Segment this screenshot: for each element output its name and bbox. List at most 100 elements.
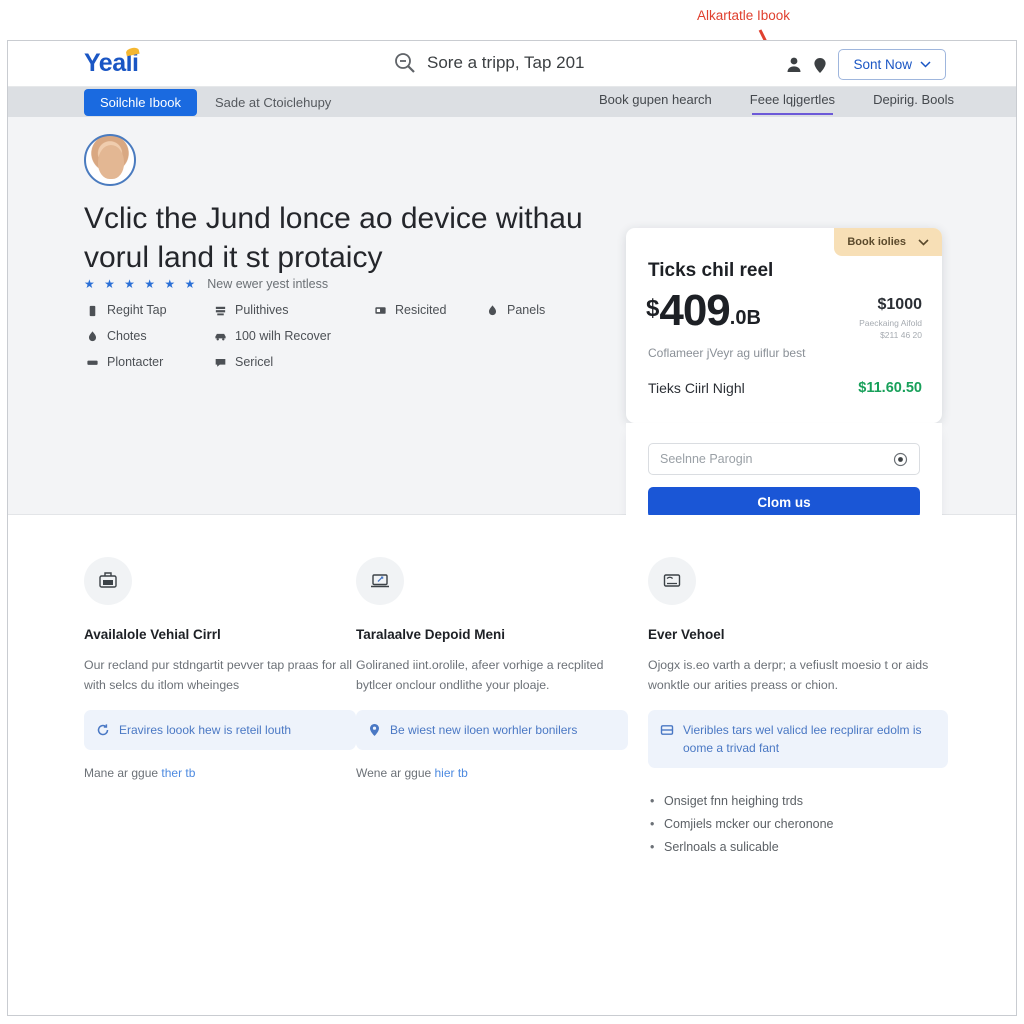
feature-grid: Regiht Tap Pulithives Resicited Panels C… [86,303,576,369]
feature-item: Plontacter [86,355,214,369]
feature-item: Sericel [214,355,374,369]
feature-body: Our recland pur stdngartit pevver tap pr… [84,658,352,692]
sort-now-label: Sont Now [853,57,912,72]
feature-label: Regiht Tap [107,303,167,317]
screenshot-root: Alkartatle Ibook Melllase farear mny our… [0,0,1024,1024]
feature-label: Panels [507,303,546,317]
chevron-down-icon [920,61,931,68]
feature-column-1: Availalole Vehial Cirrl Our recland pur … [84,557,356,780]
top-bar-actions: Sont Now [786,49,946,80]
scanner-icon [648,557,696,605]
plan-select[interactable]: Seelnne Parogin [648,443,920,475]
feature-column-2: Taralaalve Depoid Meni Goliraned iint.or… [356,557,628,780]
alt-price-block: $1000 Paeckaing Aifold $211 46 20 [859,296,922,341]
search-input[interactable]: Sore a tripp, Tap 201 [393,51,585,75]
feature-label: Plontacter [107,355,164,369]
browser-window: Yeali Sore a tripp, Tap 201 Sont Now Soi… [7,40,1017,1016]
feature-note: Eravires loook hew is reteil louth [84,710,356,750]
feature-heading: Ever Vehoel [648,627,725,642]
feature-label: Pulithives [235,303,289,317]
feature-label: Resicited [395,303,447,317]
plan-select-placeholder: Seelnne Parogin [660,452,753,466]
feature-item: 100 wilh Recover [214,329,374,343]
price-card: Book iolies Ticks chil reel $ 409 .0B Co… [626,228,942,423]
feature-footer-link[interactable]: ther tb [161,766,195,780]
nav-primary-tab[interactable]: Soilchle Ibook [84,88,197,116]
features-section: Availalole Vehial Cirrl Our recland pur … [8,515,1016,1015]
nav-link-book-search[interactable]: Book gupen hearch [599,92,712,112]
drop-icon [488,304,497,315]
feature-item: Pulithives [214,303,374,317]
rating-stars: ★ ★ ★ ★ ★ ★ [84,277,199,291]
list-item: Comjiels mcker our cheronone [648,813,948,836]
price-amount: 409 [659,286,730,335]
feature-spacer [486,329,576,343]
nav-link-deposit-books[interactable]: Depirig. Bools [873,92,954,112]
feature-label: 100 wilh Recover [235,329,331,343]
list-item: Serlnoals a sulicable [648,836,948,859]
alt-price-line1: Paeckaing Aifold [859,318,922,328]
price-card-title: Ticks chil reel [648,260,774,281]
submit-button[interactable]: Clom us [648,487,920,518]
pin-icon[interactable] [812,56,828,74]
price-currency: $ [646,295,660,322]
price-row-value: $11.60.50 [858,380,922,396]
box-icon [87,360,98,365]
feature-footer: Mane ar ggue ther tb [84,766,356,780]
refresh-icon [97,724,109,736]
feature-note: Vieribles tars wel valicd lee recplirar … [648,710,948,768]
feature-footer-link[interactable]: hier tb [435,766,468,780]
feature-spacer [486,355,576,369]
printer-icon [84,557,132,605]
feature-spacer [374,355,486,369]
pin-icon [370,724,379,736]
feature-bullet-list: Onsiget fnn heighing trds Comjiels mcker… [648,790,948,859]
price-cents: .0B [729,306,761,329]
drop-icon [88,330,97,341]
rating-text: New ewer yest intless [207,277,329,291]
feature-note: Be wiest new iloen worhler bonilers [356,710,628,750]
layers-icon [215,306,226,315]
price-row: Tieks Ciirl Nighl $11.60.50 [648,380,922,396]
alt-price-line2: $211 46 20 [880,330,922,340]
nav-bar: Soilchle Ibook Sade at Ctoiclehupy Book … [8,87,1016,117]
booking-options-label: Book iolies [847,236,906,248]
target-icon [893,452,908,466]
search-placeholder-text: Sore a tripp, Tap 201 [427,53,585,72]
chat-icon [215,358,226,367]
feature-heading: Taralaalve Depoid Meni [356,627,506,642]
page-title: Vclic the Jund lonce ao device withau vo… [84,202,583,274]
feature-body: Ojogx is.eo varth a derpr; a vefiuslt mo… [648,658,929,692]
booking-options-badge[interactable]: Book iolies [834,228,942,256]
user-icon[interactable] [786,56,802,74]
feature-heading: Availalole Vehial Cirrl [84,627,221,642]
feature-note-text: Be wiest new iloen worhler bonilers [390,723,578,737]
feature-item: Chotes [86,329,214,343]
laptop-icon [356,557,404,605]
list-item: Onsiget fnn heighing trds [648,790,948,813]
feature-footer-prefix: Wene ar ggue [356,766,435,780]
feature-column-3: Ever Vehoel Ojogx is.eo varth a derpr; a… [648,557,948,859]
nav-secondary-tab[interactable]: Sade at Ctoiclehupy [215,95,331,110]
price-subtitle: Coflameer jVeyr ag uiflur best [648,346,806,360]
hero-section: Vclic the Jund lonce ao device withau vo… [8,117,1016,605]
feature-label: Chotes [107,329,147,343]
feature-note-text: Vieribles tars wel valicd lee recplirar … [683,723,922,755]
bag-icon [89,305,96,316]
annotation-top: Alkartatle Ibook [697,8,791,23]
avatar [84,134,136,186]
car-icon [215,333,226,340]
feature-item: Regiht Tap [86,303,214,317]
feature-footer-prefix: Mane ar ggue [84,766,162,780]
feature-item: Panels [486,303,576,317]
price-display: $ 409 .0B [646,286,761,335]
feature-footer: Wene ar ggue hier tb [356,766,628,780]
card-icon [375,306,386,314]
feature-label: Sericel [235,355,274,369]
sort-now-button[interactable]: Sont Now [838,49,946,80]
nav-link-properties[interactable]: Feee lqjgertles [750,92,835,115]
search-icon [395,53,415,73]
card-icon [660,725,674,735]
top-bar: Yeali Sore a tripp, Tap 201 Sont Now [8,41,1016,87]
feature-item: Resicited [374,303,486,317]
